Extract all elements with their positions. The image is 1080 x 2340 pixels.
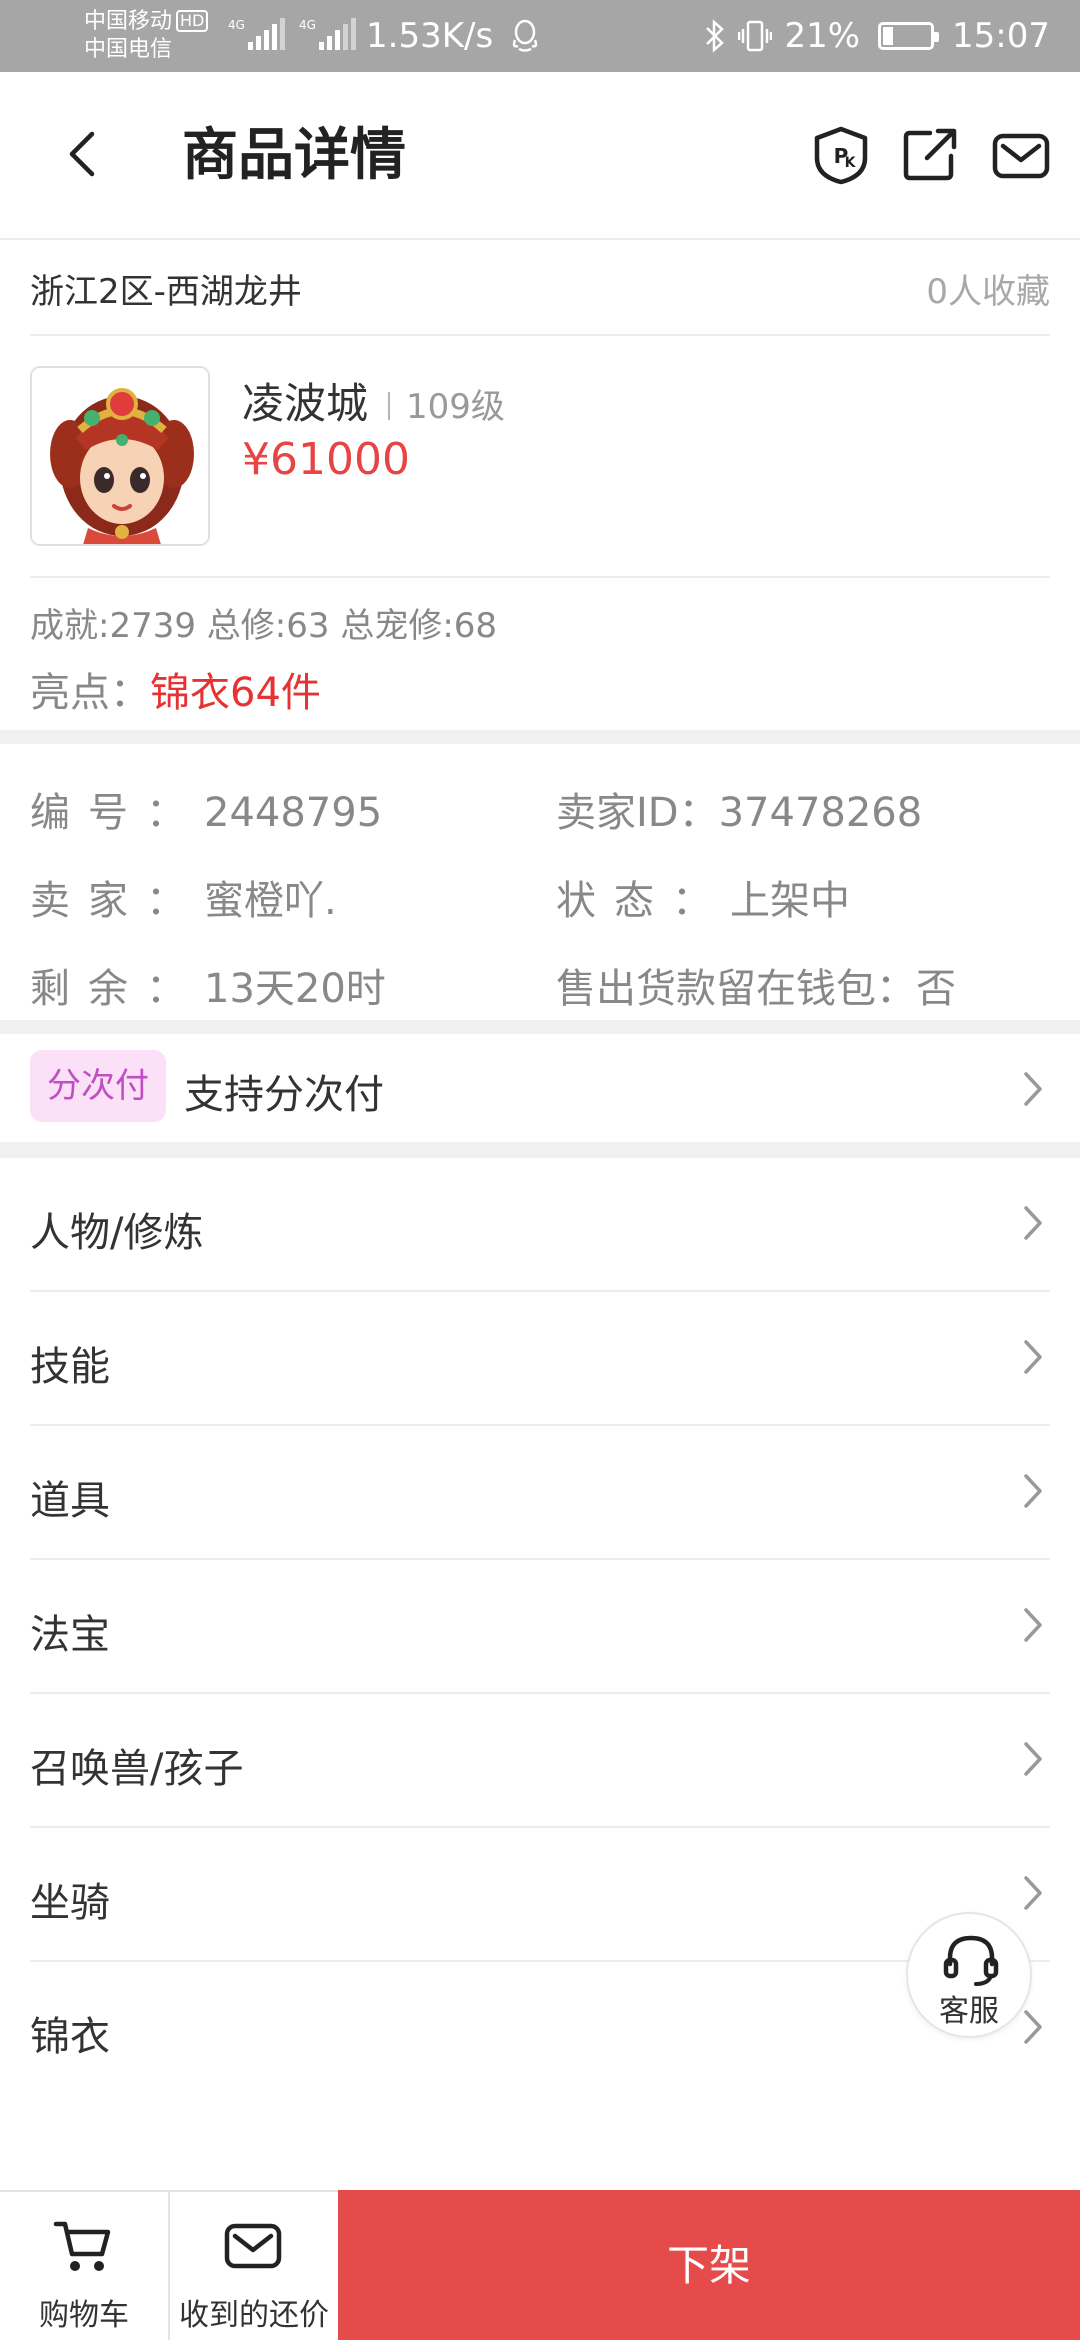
server-row: 浙江2区-西湖龙井 0人收藏 — [30, 240, 1050, 336]
app-header: 商品详情 P K — [0, 72, 1080, 240]
character-avatar — [30, 366, 210, 546]
pk-shield-icon[interactable]: P K — [810, 124, 872, 186]
listing-id: 编号：2448795 — [30, 790, 383, 836]
installment-text: 支持分次付 — [184, 1072, 384, 1118]
menu-item-outfits[interactable]: 锦衣 — [30, 1962, 1050, 2096]
received-offers-button[interactable]: 收到的还价 — [170, 2192, 338, 2340]
price: ¥61000 — [242, 434, 410, 485]
signal-icon: 4G — [228, 18, 285, 50]
cart-icon — [53, 2221, 111, 2271]
menu-item-items[interactable]: 道具 — [30, 1426, 1050, 1560]
share-icon[interactable] — [900, 124, 962, 186]
menu-item-character-cultivation[interactable]: 人物/修炼 — [30, 1158, 1050, 1292]
wallet-retention: 售出货款留在钱包：否 — [556, 966, 956, 1012]
menu-item-treasures[interactable]: 法宝 — [30, 1560, 1050, 1694]
section-divider — [0, 730, 1080, 744]
chevron-right-icon — [1024, 1340, 1042, 1374]
menu-item-skills[interactable]: 技能 — [30, 1292, 1050, 1426]
mail-icon — [224, 2223, 282, 2269]
time-remaining: 剩余：13天20时 — [30, 966, 386, 1012]
detail-menu: 人物/修炼 技能 道具 法宝 召唤兽/孩子 坐骑 锦衣 — [30, 1158, 1050, 2096]
section-divider — [0, 1142, 1080, 1158]
character-school: 凌波城 — [242, 379, 369, 428]
carrier-1: 中国移动 — [84, 9, 173, 34]
mail-icon[interactable] — [990, 124, 1052, 186]
menu-item-label: 召唤兽/孩子 — [30, 1746, 244, 1792]
listing-status: 状态：上架中 — [556, 878, 850, 924]
svg-text:K: K — [845, 155, 857, 171]
seller-id: 卖家ID：37478268 — [556, 790, 923, 836]
divider — [388, 392, 391, 420]
character-level: 109级 — [406, 387, 505, 427]
chevron-right-icon — [1024, 1876, 1042, 1910]
vibrate-icon — [738, 20, 773, 52]
server-name: 浙江2区-西湖龙井 — [30, 272, 302, 312]
delist-button[interactable]: 下架 — [338, 2190, 1080, 2340]
highlight-line: 亮点：锦衣64件 — [30, 660, 321, 718]
status-right: 21% 15:07 — [704, 16, 1050, 56]
chevron-right-icon — [1024, 1742, 1042, 1776]
chevron-right-icon — [1024, 1608, 1042, 1642]
received-offers-label: 收到的还价 — [179, 2298, 329, 2333]
menu-item-label: 人物/修炼 — [30, 1210, 204, 1256]
highlight-value: 锦衣64件 — [150, 670, 321, 716]
menu-item-label: 锦衣 — [30, 2014, 110, 2060]
chevron-right-icon — [1024, 1206, 1042, 1240]
network-type-1: 4G — [228, 18, 245, 32]
network-speed: 1.53K/s — [366, 16, 494, 56]
network-type-2: 4G — [299, 18, 316, 32]
chevron-left-icon[interactable] — [56, 122, 112, 186]
menu-item-label: 法宝 — [30, 1612, 110, 1658]
hd-badge: HD — [176, 10, 209, 32]
character-portrait-image — [32, 368, 208, 544]
section-divider — [0, 1020, 1080, 1034]
signal-indicators: 4G 4G — [228, 18, 356, 50]
listing-info: 编号：2448795 卖家ID：37478268 卖家：蜜橙吖. 状态：上架中 … — [0, 744, 1080, 1020]
bluetooth-icon — [706, 19, 725, 53]
headset-icon — [943, 1935, 999, 1986]
installment-tag: 分次付 — [30, 1050, 166, 1122]
character-name-line: 凌波城 109级 — [242, 370, 505, 431]
customer-service-button[interactable]: 客服 — [906, 1912, 1032, 2038]
bottom-action-bar: 购物车 收到的还价 下架 — [0, 2190, 1080, 2340]
product-summary: 凌波城 109级 ¥61000 — [30, 336, 1050, 578]
character-stats: 成就:2739 总修:63 总宠修:68 — [30, 606, 498, 646]
cart-button[interactable]: 购物车 — [0, 2192, 168, 2340]
customer-service-label: 客服 — [939, 1994, 999, 2029]
carrier-2: 中国电信 — [84, 37, 173, 62]
favorite-count[interactable]: 0人收藏 — [926, 264, 1050, 313]
seller-name: 卖家：蜜橙吖. — [30, 878, 337, 924]
highlight-label: 亮点： — [30, 670, 150, 716]
carrier-info: 中国移动 HD 中国电信 — [84, 8, 209, 64]
chevron-right-icon — [1024, 1474, 1042, 1508]
menu-item-mounts[interactable]: 坐骑 — [30, 1828, 1050, 1962]
clock: 15:07 — [952, 16, 1050, 56]
menu-item-label: 道具 — [30, 1478, 110, 1524]
installment-row[interactable]: 分次付 支持分次付 — [0, 1034, 1080, 1142]
status-bar: 中国移动 HD 中国电信 4G 4G 1.53K/s 21% 15:07 — [0, 0, 1080, 72]
signal-icon: 4G — [299, 18, 356, 50]
page-title: 商品详情 — [182, 123, 406, 188]
qq-notification-icon — [512, 19, 538, 52]
menu-item-label: 坐骑 — [30, 1880, 110, 1926]
battery-icon — [878, 22, 940, 50]
menu-item-summons[interactable]: 召唤兽/孩子 — [30, 1694, 1050, 1828]
menu-item-label: 技能 — [30, 1344, 110, 1390]
cart-label: 购物车 — [39, 2298, 129, 2333]
chevron-right-icon — [1024, 1072, 1042, 1106]
battery-percent: 21% — [784, 16, 861, 56]
